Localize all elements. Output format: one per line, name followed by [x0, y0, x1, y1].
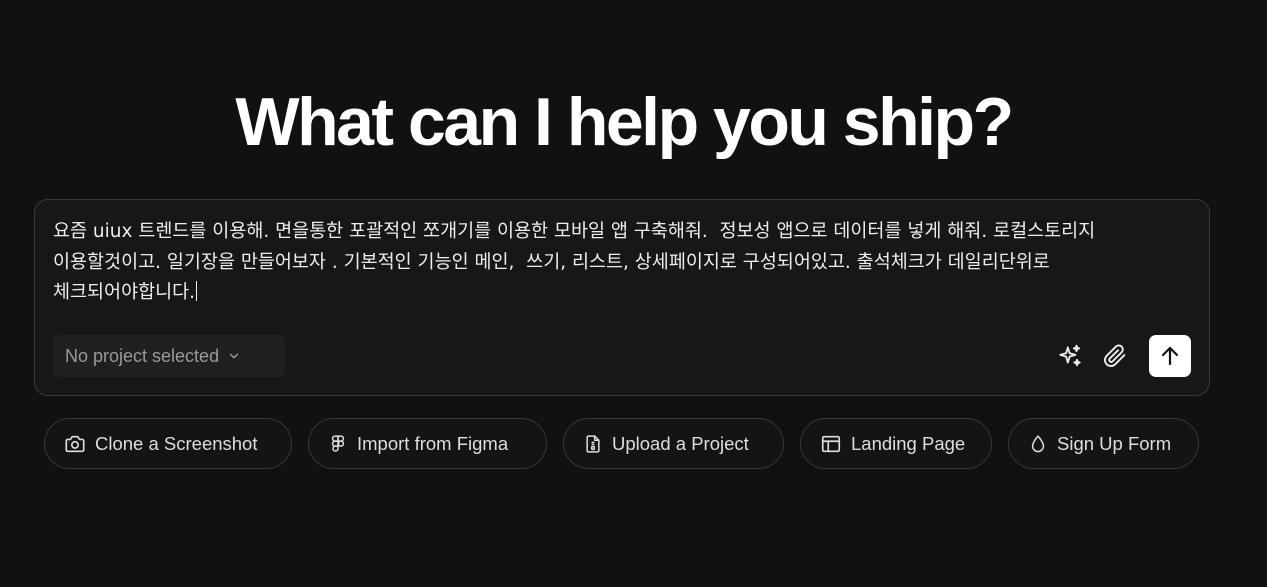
chip-label: Import from Figma	[357, 432, 509, 454]
camera-icon	[65, 435, 85, 452]
enhance-prompt-button[interactable]	[1053, 339, 1087, 373]
droplet-icon	[1031, 434, 1045, 452]
chip-clone-screenshot[interactable]: Clone a Screenshot	[44, 418, 292, 469]
send-button[interactable]	[1149, 335, 1191, 377]
attach-file-button[interactable]	[1098, 339, 1132, 373]
chip-label: Clone a Screenshot	[95, 432, 258, 454]
file-upload-icon	[586, 434, 600, 453]
prompt-textarea[interactable]: 요즘 uiux 트렌드를 이용해. 면을통한 포괄적인 쪼개기를 이용한 모바일…	[53, 217, 1193, 312]
project-select-label: No project selected	[65, 345, 220, 366]
page-title: What can I help you ship?	[235, 84, 1014, 160]
page: What can I help you ship? 요즘 uiux 트렌드를 이…	[0, 0, 1267, 587]
chip-landing-page[interactable]: Landing Page	[800, 418, 992, 469]
sparkles-icon	[1059, 344, 1081, 367]
chip-sign-up-form[interactable]: Sign Up Form	[1008, 418, 1199, 469]
chip-label: Landing Page	[851, 432, 966, 454]
arrow-up-icon	[1161, 346, 1179, 366]
chevron-down-icon	[229, 353, 239, 359]
chip-upload-project[interactable]: Upload a Project	[563, 418, 784, 469]
chip-label: Sign Up Form	[1057, 432, 1172, 454]
paperclip-icon	[1104, 344, 1126, 367]
suggestion-chips: Clone a Screenshot Import from Figma Upl…	[0, 418, 1267, 470]
prompt-text-content: 요즘 uiux 트렌드를 이용해. 면을통한 포괄적인 쪼개기를 이용한 모바일…	[53, 221, 1102, 303]
chip-label: Upload a Project	[612, 432, 749, 454]
layout-icon	[821, 435, 841, 452]
project-select-dropdown[interactable]: No project selected	[53, 335, 285, 377]
text-caret	[196, 281, 198, 301]
prompt-composer: 요즘 uiux 트렌드를 이용해. 면을통한 포괄적인 쪼개기를 이용한 모바일…	[34, 199, 1210, 396]
figma-icon	[331, 434, 345, 452]
chip-import-figma[interactable]: Import from Figma	[308, 418, 547, 469]
